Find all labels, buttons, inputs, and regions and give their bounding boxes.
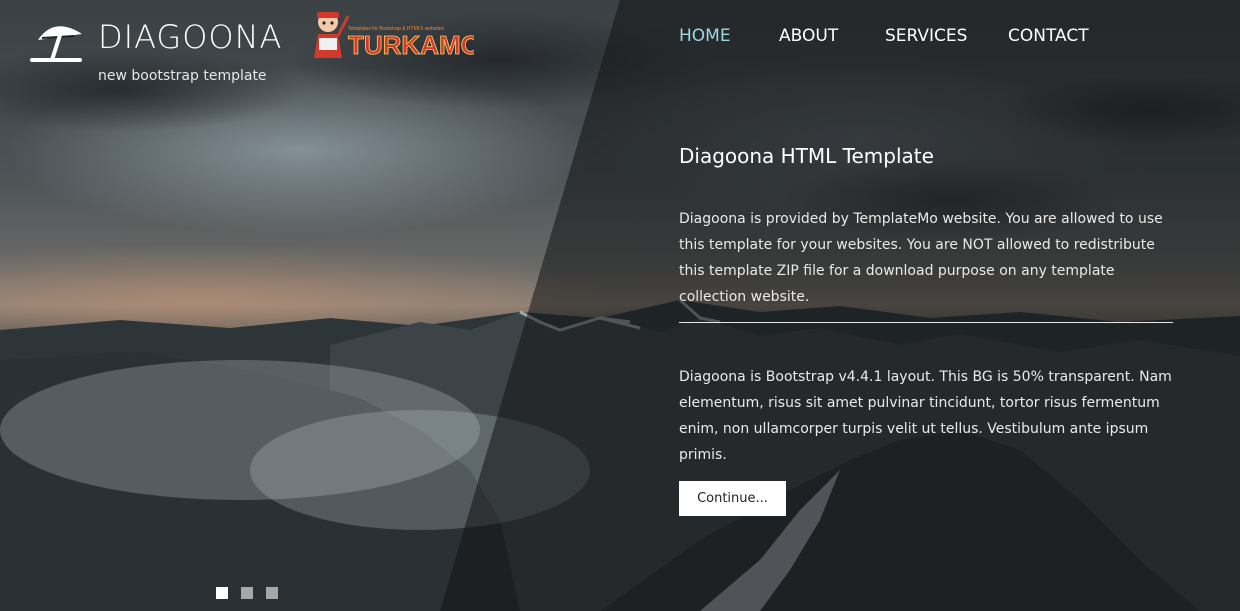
badge-text: TURKAMO: [348, 30, 474, 60]
divider: [679, 322, 1173, 323]
detail-paragraph: Diagoona is Bootstrap v4.4.1 layout. Thi…: [679, 369, 1172, 463]
brand-name[interactable]: DIAGOONA: [98, 18, 282, 56]
nav-services[interactable]: SERVICES: [885, 26, 967, 46]
page-title: Diagoona HTML Template: [679, 144, 934, 168]
turkamo-badge[interactable]: Templates for Bootstrap & HTML5 websites…: [308, 8, 474, 60]
intro-paragraph: Diagoona is provided by TemplateMo websi…: [679, 211, 1163, 305]
slider-dot-2[interactable]: [241, 587, 253, 599]
brand-tagline: new bootstrap template: [98, 68, 267, 84]
continue-button[interactable]: Continue...: [679, 481, 786, 516]
nav-contact[interactable]: CONTACT: [1008, 26, 1089, 46]
nav-home[interactable]: HOME: [679, 26, 731, 46]
mascot-icon: [314, 12, 350, 58]
nav-about[interactable]: ABOUT: [779, 26, 838, 46]
slider-dot-1[interactable]: [216, 587, 228, 599]
slider-dot-3[interactable]: [266, 587, 278, 599]
beach-umbrella-icon: [30, 26, 82, 62]
